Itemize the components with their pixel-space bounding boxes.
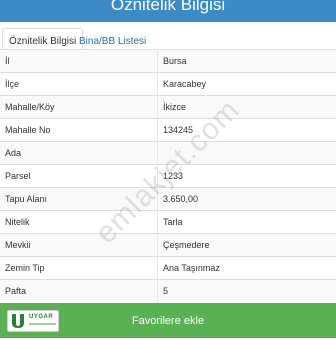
table-row: Nitelik Tarla [0,210,336,233]
footer-bar: Favorilere ekle UYGAR [0,303,336,338]
row-label: Parsel [5,171,31,181]
table-row: Mahalle/Köy İkizce [0,95,336,118]
logo: UYGAR [7,310,59,332]
row-value: İkizce [163,102,187,112]
table-row: Tapu Alanı 3.650,00 [0,187,336,210]
column-divider [157,49,158,303]
page-title: Öznitelik Bilgisi [110,0,226,14]
table-row: İlçe Karacabey [0,72,336,95]
logo-underline [29,323,56,325]
table-row: Mahalle No 134245 [0,118,336,141]
row-value: 1233 [163,171,184,181]
row-value: 134245 [163,125,194,135]
row-value: Karacabey [163,79,207,89]
row-label: Nitelik [5,217,30,227]
row-label: İlçe [5,79,20,89]
row-label: Mahalle/Köy [5,102,55,112]
logo-mark-icon [12,314,24,328]
row-label: Ada [5,148,22,158]
table-row: İl Bursa [0,49,336,72]
table-row: Pafta 5 [0,279,336,302]
row-label: Tapu Alanı [5,194,48,204]
row-label: İl [5,56,10,66]
row-label: Zemin Tip [5,263,45,273]
table-row: Parsel 1233 [0,164,336,187]
table-row: Ada [0,141,336,164]
table-row: Mevkii Çeşmedere [0,233,336,256]
row-value: Tarla [163,217,183,227]
row-value: Çeşmedere [163,240,210,250]
row-label: Mahalle No [5,125,51,135]
header-bar: Öznitelik Bilgisi [0,0,336,22]
row-value: Bursa [163,56,187,66]
row-value: Ana Taşınmaz [163,263,220,273]
row-value: 5 [163,286,169,296]
logo-text: UYGAR [29,314,54,320]
row-label: Pafta [5,286,27,296]
table-row: Zemin Tip Ana Taşınmaz [0,256,336,279]
row-label: Mevkii [5,240,31,250]
row-value: 3.650,00 [163,194,199,204]
